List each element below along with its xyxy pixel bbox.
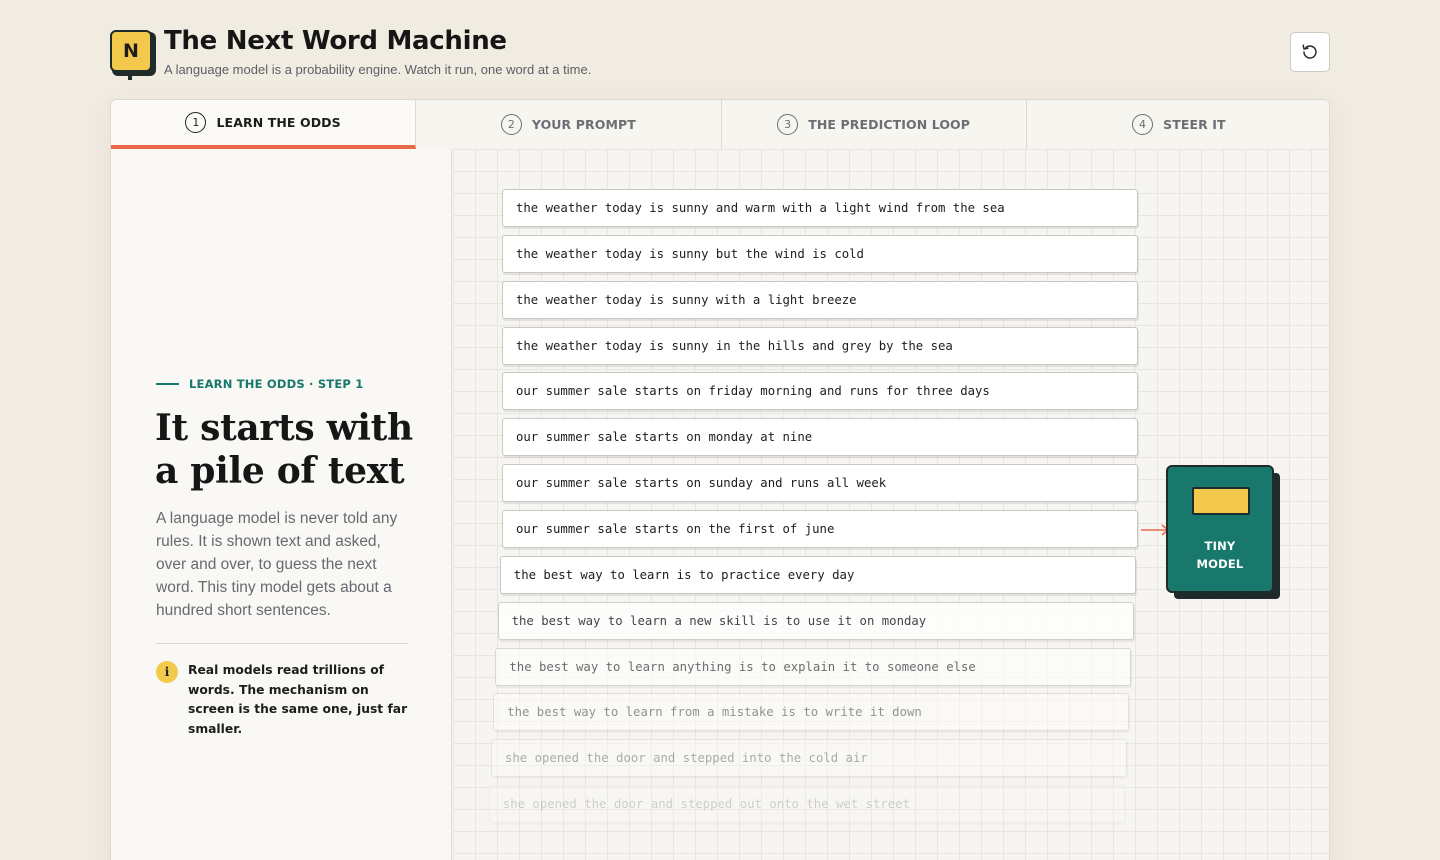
- divider: [156, 643, 408, 644]
- app-title: The Next Word Machine: [164, 26, 507, 56]
- training-sentence: our summer sale starts on monday at nine: [502, 418, 1138, 457]
- tab-number: 3: [777, 114, 799, 135]
- training-sentence: the weather today is sunny but the wind …: [502, 234, 1138, 273]
- training-sentence: our summer sale starts on sunday and run…: [502, 464, 1138, 503]
- training-sentence: the best way to learn a new skill is to …: [497, 601, 1134, 640]
- kicker-line: [156, 383, 179, 385]
- training-sentence: she opened the door and stepped into the…: [491, 739, 1127, 778]
- step-kicker: LEARN THE ODDS · STEP 1: [156, 377, 363, 391]
- training-sentence: our summer sale starts on friday morning…: [502, 372, 1138, 411]
- visualization-panel: the weather today is sunny and warm with…: [453, 149, 1329, 860]
- training-sentence: she opened the door and stepped out onto…: [488, 785, 1125, 824]
- tab-label: YOUR PROMPT: [531, 117, 636, 132]
- info-note-text: Real models read trillions of words. The…: [188, 663, 408, 736]
- tab-learn-the-odds[interactable]: 1 LEARN THE ODDS: [111, 100, 417, 149]
- step-headline: It starts with a pile of text: [155, 407, 413, 492]
- tiny-model: TINY MODEL: [1166, 465, 1280, 599]
- app-subtitle: A language model is a probability engine…: [164, 62, 592, 77]
- model-label-line1: TINY: [1204, 539, 1236, 553]
- tab-bar: 1 LEARN THE ODDS 2 YOUR PROMPT 3 THE PRE…: [111, 100, 1329, 149]
- tab-your-prompt[interactable]: 2 YOUR PROMPT: [416, 100, 722, 149]
- training-sentence: the best way to learn anything is to exp…: [495, 647, 1132, 686]
- model-label-line2: MODEL: [1196, 557, 1244, 571]
- reset-icon: [1302, 44, 1317, 59]
- kicker-text: LEARN THE ODDS · STEP 1: [189, 377, 364, 391]
- tab-label: LEARN THE ODDS: [216, 115, 341, 130]
- app-header: N The Next Word Machine A language model…: [110, 26, 1330, 90]
- tab-number: 1: [185, 112, 207, 133]
- training-sentence: the best way to learn is to practice eve…: [499, 555, 1136, 594]
- training-sentence: the weather today is sunny and warm with…: [502, 189, 1138, 227]
- training-sentence: the weather today is sunny in the hills …: [502, 326, 1138, 365]
- tab-label: STEER IT: [1163, 117, 1226, 132]
- training-sentence: the best way to learn from a mistake is …: [493, 693, 1130, 732]
- model-screen: [1192, 487, 1250, 515]
- training-sentence: our summer sale starts on the first of j…: [502, 509, 1138, 548]
- tab-steer-it[interactable]: 4 STEER IT: [1026, 100, 1329, 149]
- info-icon: i: [156, 661, 178, 683]
- app-logo: N: [110, 30, 156, 80]
- explanation-panel: LEARN THE ODDS · STEP 1 It starts with a…: [111, 149, 452, 860]
- reset-button[interactable]: [1290, 32, 1330, 72]
- tab-number: 2: [500, 114, 522, 135]
- main-card: 1 LEARN THE ODDS 2 YOUR PROMPT 3 THE PRE…: [110, 99, 1330, 860]
- training-sentence: the weather today is sunny with a light …: [502, 280, 1138, 319]
- tab-number: 4: [1132, 114, 1154, 135]
- tab-label: THE PREDICTION LOOP: [808, 117, 971, 132]
- logo-letter: N: [110, 30, 152, 72]
- tab-prediction-loop[interactable]: 3 THE PREDICTION LOOP: [721, 100, 1027, 149]
- step-body: A language model is never told any rules…: [156, 510, 398, 619]
